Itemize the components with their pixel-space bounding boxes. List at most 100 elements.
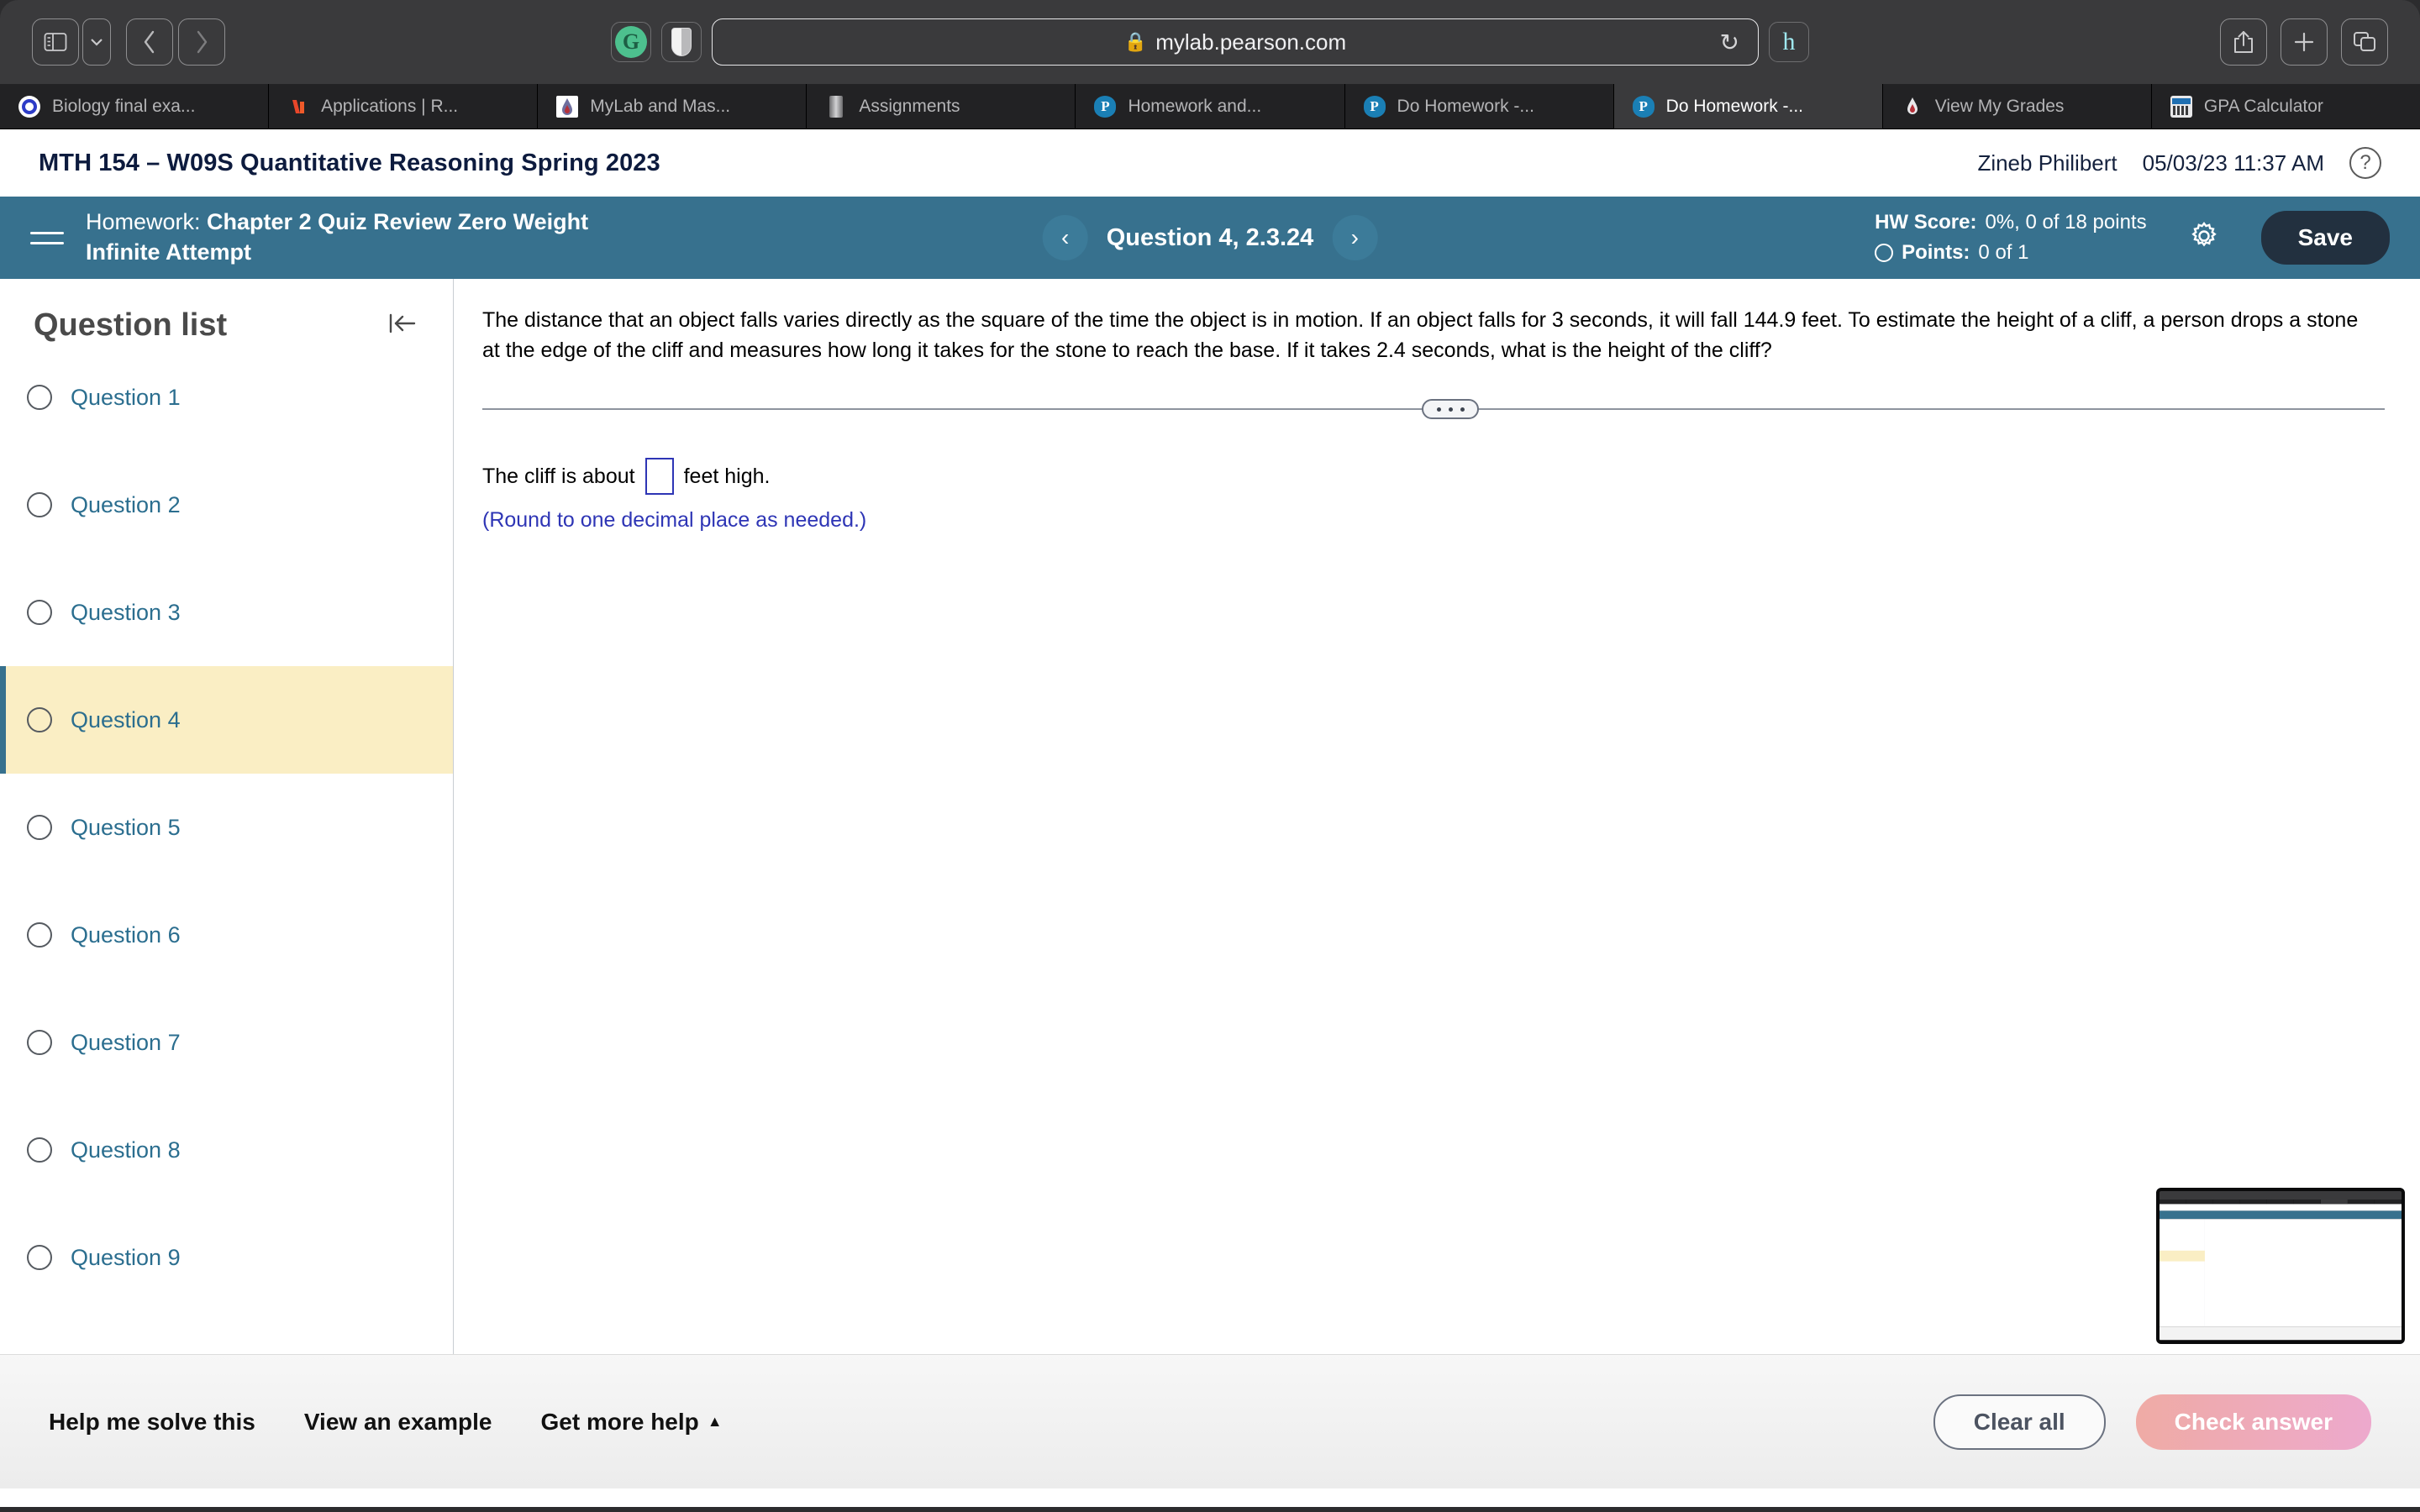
course-header-right: Zineb Philibert 05/03/23 11:37 AM ?: [1977, 147, 2381, 179]
quizlet-favicon: [18, 95, 40, 118]
browser-chrome: G 🔒 mylab.pearson.com ↻ h Biology final …: [0, 0, 2420, 129]
browser-back-button[interactable]: [126, 18, 173, 66]
question-status-icon: [27, 815, 52, 840]
pearson-favicon: P: [1094, 95, 1117, 118]
browser-tab-3[interactable]: Assignments: [807, 84, 1076, 129]
help-icon[interactable]: ?: [2349, 147, 2381, 179]
browser-tab-strip: Biology final exa... Applications | R...…: [0, 84, 2420, 129]
next-question-button[interactable]: ›: [1332, 215, 1378, 260]
clear-all-button[interactable]: Clear all: [1933, 1394, 2106, 1450]
sidebar-item-label: Question 9: [71, 1244, 181, 1270]
question-footer-toolbar: Help me solve this View an example Get m…: [0, 1354, 2420, 1488]
browser-tab-6-active[interactable]: P Do Homework -...: [1613, 84, 1883, 129]
tab-overview-icon[interactable]: [2341, 18, 2388, 66]
tab-label: View My Grades: [1934, 96, 2065, 116]
sidebar-item-question-1[interactable]: Question 1: [0, 344, 453, 451]
browser-tab-7[interactable]: View My Grades: [1883, 84, 2152, 129]
hw-score-row: HW Score: 0%, 0 of 18 points: [1875, 207, 2147, 238]
sidebar-toggle-icon[interactable]: [32, 18, 79, 66]
shield-glyph: [671, 28, 692, 56]
sidebar-item-question-8[interactable]: Question 8: [0, 1096, 453, 1204]
help-me-solve-this-button[interactable]: Help me solve this: [49, 1409, 255, 1436]
check-answer-button[interactable]: Check answer: [2135, 1394, 2371, 1450]
flame-favicon: [1902, 96, 1923, 118]
question-status-icon: [27, 922, 52, 948]
privacy-shield-icon[interactable]: [661, 22, 702, 62]
homework-score-area: HW Score: 0%, 0 of 18 points Points: 0 o…: [1875, 207, 2390, 268]
answer-prefix-label: The cliff is about: [482, 464, 635, 488]
sidebar-item-question-9[interactable]: Question 9: [0, 1204, 453, 1311]
rstudio-favicon: [287, 96, 309, 118]
sidebar-item-label: Question 8: [71, 1137, 181, 1163]
tab-label: Biology final exa...: [52, 96, 196, 116]
homework-title: Chapter 2 Quiz Review Zero Weight: [207, 209, 589, 235]
question-status-icon: [27, 1245, 52, 1270]
tab-label: GPA Calculator: [2203, 96, 2323, 116]
main-body: Question list Question 1 Question 2 Ques…: [0, 279, 2420, 1354]
lock-icon: 🔒: [1123, 31, 1148, 52]
course-header: MTH 154 – W09S Quantitative Reasoning Sp…: [0, 129, 2420, 197]
points-value: 0 of 1: [1978, 241, 2029, 264]
sidebar-item-label: Question 6: [71, 921, 181, 948]
chevron-down-icon[interactable]: [82, 18, 111, 66]
prev-question-button[interactable]: ‹: [1042, 215, 1088, 260]
grammarly-glyph: G: [615, 26, 647, 58]
address-bar[interactable]: 🔒 mylab.pearson.com ↻: [712, 18, 1759, 66]
score-lines: HW Score: 0%, 0 of 18 points Points: 0 o…: [1875, 207, 2147, 268]
hamburger-menu-icon[interactable]: [30, 224, 64, 252]
hw-score-value: 0%, 0 of 18 points: [1985, 211, 2147, 234]
homework-toolbar: Homework: Chapter 2 Quiz Review Zero Wei…: [0, 197, 2420, 279]
tab-label: Assignments: [859, 96, 960, 116]
gear-icon[interactable]: [2187, 219, 2221, 257]
grammarly-extension-icon[interactable]: G: [611, 22, 651, 62]
tab-label: Applications | R...: [321, 96, 459, 116]
question-status-icon: [27, 707, 52, 732]
browser-tab-8[interactable]: GPA Calculator: [2152, 84, 2420, 129]
drag-handle-dots-icon[interactable]: [1422, 399, 1479, 419]
browser-tab-1[interactable]: Applications | R...: [269, 84, 539, 129]
sidebar-item-question-5[interactable]: Question 5: [0, 774, 453, 881]
sidebar-item-label: Question 5: [71, 814, 181, 840]
answer-input[interactable]: [644, 458, 674, 495]
date-time: 05/03/23 11:37 AM: [2142, 150, 2324, 176]
screenshot-preview-thumbnail[interactable]: [2156, 1188, 2405, 1344]
sidebar-item-label: Question 4: [71, 706, 181, 732]
sidebar-item-label: Question 1: [71, 384, 181, 410]
homework-title-block: Homework: Chapter 2 Quiz Review Zero Wei…: [86, 207, 588, 268]
document-favicon: [825, 95, 847, 118]
footer-actions: Clear all Check answer: [1933, 1394, 2371, 1450]
share-icon[interactable]: [2220, 18, 2267, 66]
question-navigation: ‹ Question 4, 2.3.24 ›: [1042, 215, 1378, 260]
content-divider: [482, 399, 2385, 419]
url-text-wrap: 🔒 mylab.pearson.com: [713, 29, 1758, 55]
browser-tab-5[interactable]: P Do Homework -...: [1345, 84, 1614, 129]
sidebar-item-question-3[interactable]: Question 3: [0, 559, 453, 666]
sidebar-item-question-7[interactable]: Question 7: [0, 989, 453, 1096]
save-button[interactable]: Save: [2260, 211, 2390, 265]
browser-tab-2[interactable]: MyLab and Mas...: [538, 84, 808, 129]
question-list-panel: Question list Question 1 Question 2 Ques…: [0, 279, 454, 1354]
homework-label: Homework:: [86, 209, 201, 235]
thumbnail-mini-page: [2160, 1191, 2402, 1341]
answer-block: The cliff is about feet high. (Round to …: [482, 458, 2385, 533]
view-an-example-button[interactable]: View an example: [304, 1409, 492, 1436]
honey-extension-icon[interactable]: h: [1769, 22, 1809, 62]
sidebar-item-question-6[interactable]: Question 6: [0, 881, 453, 989]
browser-tab-0[interactable]: Biology final exa...: [0, 84, 270, 129]
sidebar-item-question-2[interactable]: Question 2: [0, 451, 453, 559]
browser-tab-4[interactable]: P Homework and...: [1076, 84, 1345, 129]
new-tab-icon[interactable]: [2281, 18, 2328, 66]
tab-label: MyLab and Mas...: [590, 96, 731, 116]
points-label: Points:: [1902, 241, 1970, 264]
question-list-title: Question list: [34, 307, 228, 343]
reload-icon[interactable]: ↻: [1720, 29, 1739, 56]
sidebar-item-question-4[interactable]: Question 4: [0, 666, 453, 774]
answer-line: The cliff is about feet high.: [482, 458, 2385, 495]
browser-toolbar: G 🔒 mylab.pearson.com ↻ h: [0, 0, 2420, 84]
question-status-icon: [27, 1137, 52, 1163]
browser-forward-button[interactable]: [178, 18, 225, 66]
pearson-favicon: P: [1363, 95, 1386, 118]
collapse-panel-icon[interactable]: [386, 310, 419, 341]
user-name: Zineb Philibert: [1977, 150, 2118, 176]
get-more-help-button[interactable]: Get more help ▲: [540, 1409, 722, 1436]
